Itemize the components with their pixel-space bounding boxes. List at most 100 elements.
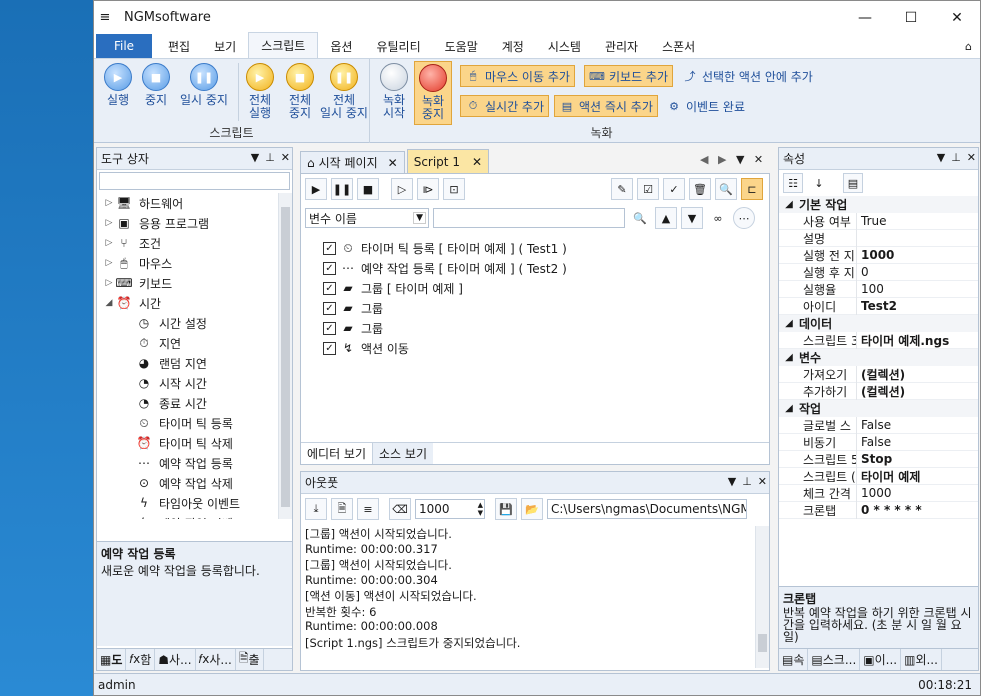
collapse-arrow-icon[interactable]: ◢ — [779, 318, 799, 329]
tab-sponsor[interactable]: 스폰서 — [650, 34, 707, 58]
dropdown-icon[interactable]: ▼ — [728, 475, 736, 488]
folder-icon[interactable]: 📂 — [521, 498, 543, 520]
expand-arrow-icon[interactable]: ▷ — [103, 258, 115, 268]
add-keyboard-button[interactable]: ⌨ 키보드 추가 — [584, 65, 674, 87]
expand-arrow-icon[interactable]: ▷ — [103, 238, 115, 248]
scroll-left-icon[interactable]: ◀ — [700, 153, 708, 166]
tab-output[interactable]: 🗎 출 — [236, 649, 264, 670]
stop-icon[interactable]: ■ — [357, 178, 379, 200]
enable-checkbox[interactable]: ✓ — [323, 281, 336, 295]
pin-icon[interactable]: ⊥ — [265, 151, 275, 164]
property-category[interactable]: ◢ 변수 — [779, 349, 978, 366]
expand-arrow-icon[interactable]: ◢ — [103, 298, 115, 308]
toolbox-search-input[interactable] — [99, 172, 290, 190]
expand-arrow-icon[interactable]: ▷ — [103, 278, 115, 288]
property-value[interactable]: 타이머 예제.ngs — [857, 332, 949, 349]
tab-image[interactable]: ▣ 이... — [860, 649, 902, 670]
tab-options[interactable]: 옵션 — [318, 34, 364, 58]
toolbox-item[interactable]: ⏰ 타이머 틱 삭제 — [97, 433, 278, 453]
save-icon[interactable]: 💾 — [495, 498, 517, 520]
property-category[interactable]: ◢ 작업 — [779, 400, 978, 417]
property-row[interactable]: 아이디 Test2 — [779, 297, 978, 315]
pause-all-button[interactable]: ❚❚ 전체 일시 중지 — [316, 63, 372, 120]
property-value[interactable]: (컬렉션) — [857, 383, 905, 400]
tab-view[interactable]: 보기 — [202, 34, 248, 58]
close-tab-icon[interactable]: ✕ — [472, 155, 482, 169]
property-value[interactable]: 타이머 예제 — [857, 468, 920, 485]
tab-account[interactable]: 계정 — [490, 34, 536, 58]
export-icon[interactable]: ⤓ — [305, 498, 327, 520]
run-button[interactable]: ▶ 실행 — [100, 63, 136, 107]
toolbox-item[interactable]: ▷ ⌨ 키보드 — [97, 273, 278, 293]
toolbox-item[interactable]: ⋯ 예약 작업 등록 — [97, 453, 278, 473]
more-icon[interactable]: ⋯ — [733, 207, 755, 229]
stop-button[interactable]: ■ 중지 — [138, 63, 174, 107]
variable-select[interactable]: 변수 이름 ▼ — [305, 208, 429, 228]
expand-arrow-icon[interactable]: ▷ — [103, 198, 115, 208]
script-action-row[interactable]: ✓ ⋯ 예약 작업 등록 [ 타이머 예제 ] ( Test2 ) — [323, 258, 765, 278]
toolbox-item[interactable]: ◔ 종료 시간 — [97, 393, 278, 413]
enable-checkbox[interactable]: ✓ — [323, 341, 336, 355]
scrollbar-thumb[interactable] — [281, 207, 290, 507]
pause-icon[interactable]: ❚❚ — [331, 178, 353, 200]
scrollbar-thumb[interactable] — [758, 634, 767, 652]
add-mouse-move-button[interactable]: 🖱 마우스 이동 추가 — [460, 65, 575, 87]
property-value[interactable]: Test2 — [857, 299, 897, 313]
property-row[interactable]: 설명 — [779, 229, 978, 247]
realtime-add-button[interactable]: ⏱ 실시간 추가 — [460, 95, 550, 117]
property-row[interactable]: 스크립트 3 타이머 예제.ngs — [779, 331, 978, 349]
property-row[interactable]: 글로벌 스 False — [779, 416, 978, 434]
toolbox-item[interactable]: ◕ 랜덤 지연 — [97, 353, 278, 373]
property-value[interactable]: 1000 — [857, 248, 894, 262]
pause-button[interactable]: ❚❚ 일시 중지 — [176, 63, 232, 107]
output-scrollbar[interactable] — [755, 526, 769, 668]
collapse-arrow-icon[interactable]: ◢ — [779, 199, 799, 210]
record-start-button[interactable]: 녹화 시작 — [376, 63, 412, 120]
script-action-row[interactable]: ✓ ▰ 그룹 — [323, 298, 765, 318]
property-row[interactable]: 사용 여부 True — [779, 212, 978, 230]
property-value[interactable]: True — [857, 214, 887, 228]
tab-script-list[interactable]: ▤ 스크... — [808, 649, 861, 670]
eraser-icon[interactable]: ⌫ — [389, 498, 411, 520]
quick-access-menu-icon[interactable]: ≡ — [94, 10, 116, 25]
toolbox-item[interactable]: ◷ 시간 설정 — [97, 313, 278, 333]
toolbox-item[interactable]: ◔ 시작 시간 — [97, 373, 278, 393]
delete-icon[interactable]: 🗑 — [689, 178, 711, 200]
move-up-icon[interactable]: ▲ — [655, 207, 677, 229]
property-row[interactable]: 체크 간격 1000 — [779, 484, 978, 502]
toolbox-scrollbar[interactable] — [278, 193, 292, 519]
list-icon[interactable]: ≡ — [357, 498, 379, 520]
find-icon[interactable]: 🔍 — [715, 178, 737, 200]
toolbox-item[interactable]: ▷ ⑂ 조건 — [97, 233, 278, 253]
property-row[interactable]: 가져오기 (컬렉션) — [779, 365, 978, 383]
property-row[interactable]: 스크립트 (타이머 예제 — [779, 467, 978, 485]
pin-icon[interactable]: ⊥ — [951, 151, 961, 164]
collapse-arrow-icon[interactable]: ◢ — [779, 352, 799, 363]
property-pages-icon[interactable]: ▤ — [843, 173, 863, 193]
event-done-button[interactable]: ⚙ 이벤트 완료 — [662, 95, 749, 117]
tree-view-icon[interactable]: ⊏ — [741, 178, 763, 200]
run-all-button[interactable]: ▶ 전체 실행 — [242, 63, 278, 120]
step-icon[interactable]: ▷ — [391, 178, 413, 200]
tab-utility[interactable]: 유틸리티 — [364, 34, 432, 58]
expand-arrow-icon[interactable]: ▷ — [103, 218, 115, 228]
tab-help[interactable]: 도움말 — [433, 34, 490, 58]
close-icon[interactable]: ✕ — [754, 153, 763, 166]
tab-edit[interactable]: 편집 — [156, 34, 202, 58]
property-row[interactable]: 실행 후 지0 — [779, 263, 978, 281]
sort-alpha-icon[interactable]: ↓ — [809, 173, 829, 193]
property-category[interactable]: ◢ 데이터 — [779, 315, 978, 332]
tab-start-page[interactable]: ⌂ 시작 페이지 ✕ — [300, 151, 405, 173]
property-value[interactable]: 0 * * * * * — [857, 503, 922, 517]
scroll-right-icon[interactable]: ▶ — [718, 153, 726, 166]
toolbox-item[interactable]: ◢ ⏰ 시간 — [97, 293, 278, 313]
toolbox-item[interactable]: ⊙ 예약 작업 삭제 — [97, 473, 278, 493]
play-box-icon[interactable]: ⊡ — [443, 178, 465, 200]
categorized-icon[interactable]: ☷ — [783, 173, 803, 193]
tab-user-2[interactable]: 𝑓x 사... — [196, 649, 236, 670]
check-all-icon[interactable]: ☑ — [637, 178, 659, 200]
property-category[interactable]: ◢ 기본 작업 — [779, 196, 978, 213]
output-path-input[interactable]: C:\Users\ngmas\Documents\NGM6\ — [547, 499, 747, 519]
close-icon[interactable]: ✕ — [758, 475, 767, 488]
tab-properties[interactable]: ▤ 속 — [779, 649, 809, 670]
